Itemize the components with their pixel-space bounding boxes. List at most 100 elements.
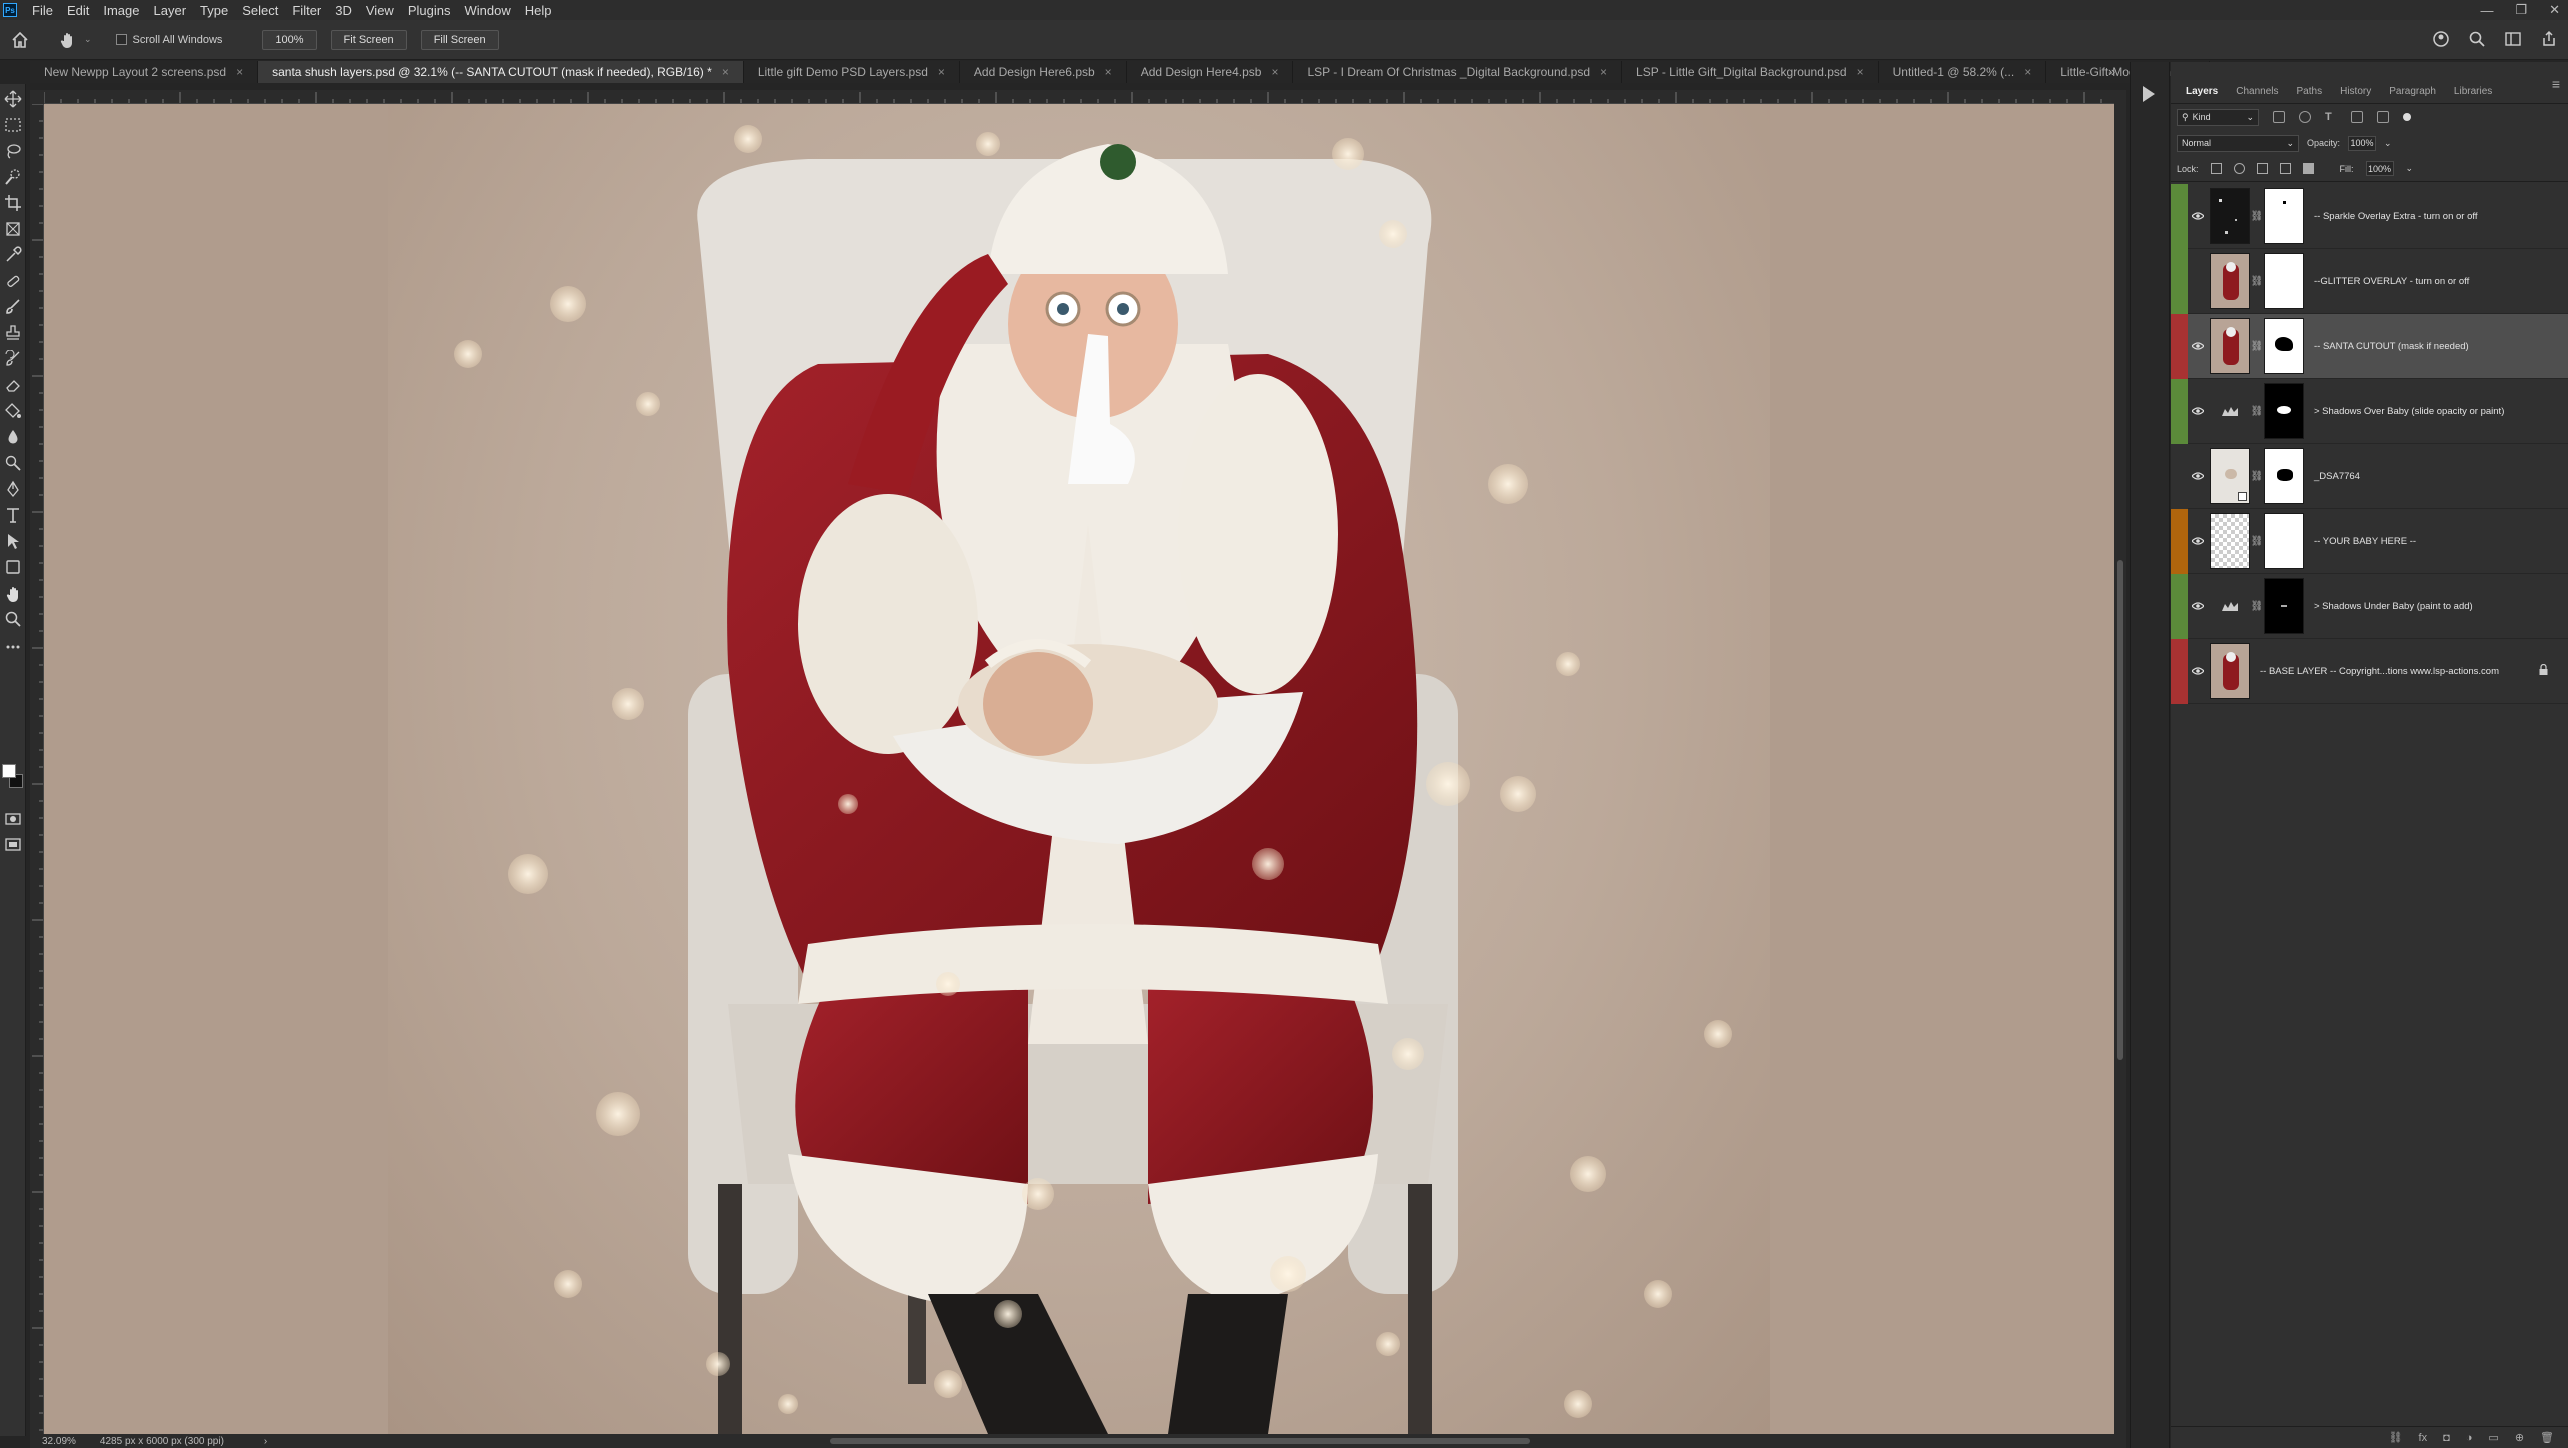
panel-tab-history[interactable]: History	[2331, 86, 2380, 97]
visibility-eye-icon[interactable]	[2188, 534, 2208, 548]
home-icon[interactable]	[10, 30, 30, 50]
layer-name[interactable]: > Shadows Over Baby (slide opacity or pa…	[2314, 406, 2504, 417]
layer-row[interactable]: ⛓ > Shadows Over Baby (slide opacity or p…	[2171, 378, 2568, 444]
frame-tool-icon[interactable]	[4, 220, 22, 238]
opacity-chevron-icon[interactable]: ⌄	[2384, 138, 2392, 149]
layer-mask-thumbnail[interactable]	[2264, 578, 2304, 634]
eraser-tool-icon[interactable]	[4, 376, 22, 394]
quick-mask-icon[interactable]	[4, 810, 22, 828]
layer-row[interactable]: ⛓ -- Sparkle Overlay Extra - turn on or o…	[2171, 183, 2568, 249]
horizontal-ruler[interactable]	[44, 90, 2114, 104]
panel-tab-layers[interactable]: Layers	[2177, 86, 2227, 97]
fill-screen-button[interactable]: Fill Screen	[420, 29, 499, 50]
shape-tool-icon[interactable]	[4, 558, 22, 576]
vertical-scroll-thumb[interactable]	[2117, 560, 2123, 1060]
foreground-color-swatch[interactable]	[2, 764, 16, 778]
search-icon[interactable]	[2468, 30, 2486, 48]
close-tab-icon[interactable]: ×	[1105, 65, 1112, 79]
close-tab-icon[interactable]: ×	[722, 65, 729, 79]
layer-thumbnail[interactable]	[2210, 448, 2250, 504]
fit-screen-button[interactable]: Fit Screen	[330, 29, 407, 50]
visibility-eye-icon[interactable]	[2188, 469, 2208, 483]
layer-name[interactable]: --GLITTER OVERLAY - turn on or off	[2314, 276, 2469, 287]
panel-tab-channels[interactable]: Channels	[2227, 86, 2287, 97]
document-tab[interactable]: Little gift Demo PSD Layers.psd ×	[744, 61, 960, 83]
screen-mode-icon[interactable]	[4, 836, 22, 854]
visibility-eye-icon[interactable]	[2188, 404, 2208, 418]
restore-button[interactable]: ❐	[2515, 2, 2527, 18]
layer-mask-thumbnail[interactable]	[2264, 318, 2304, 374]
levels-adjustment-icon[interactable]	[2210, 383, 2250, 439]
menu-select[interactable]: Select	[235, 3, 285, 18]
more-tabs-icon[interactable]: »	[2108, 64, 2115, 79]
link-icon[interactable]: ⛓	[2389, 1431, 2403, 1444]
adjustment-icon[interactable]: ◑	[2466, 1432, 2473, 1444]
menu-help[interactable]: Help	[518, 3, 559, 18]
paint-bucket-tool-icon[interactable]	[4, 402, 22, 420]
canvas-pasteboard[interactable]	[44, 104, 2114, 1434]
layer-mask-thumbnail[interactable]	[2264, 253, 2304, 309]
lock-all-icon[interactable]	[2302, 163, 2314, 174]
blur-tool-icon[interactable]	[4, 428, 22, 446]
menu-layer[interactable]: Layer	[147, 3, 194, 18]
levels-adjustment-icon[interactable]	[2210, 578, 2250, 634]
marquee-tool-icon[interactable]	[4, 116, 22, 134]
filter-shape-icon[interactable]	[2351, 111, 2363, 123]
clone-stamp-tool-icon[interactable]	[4, 324, 22, 342]
zoom-level[interactable]: 32.09%	[42, 1436, 76, 1447]
more-tools-icon[interactable]	[4, 638, 22, 656]
layer-row[interactable]: ⛓ -- SANTA CUTOUT (mask if needed)	[2171, 313, 2568, 379]
filter-pixel-icon[interactable]	[2273, 111, 2285, 123]
panel-tab-paths[interactable]: Paths	[2288, 86, 2332, 97]
close-tab-icon[interactable]: ×	[2024, 65, 2031, 79]
menu-edit[interactable]: Edit	[60, 3, 96, 18]
document-tab[interactable]: Untitled-1 @ 58.2% (... ×	[1879, 61, 2047, 83]
new-layer-icon[interactable]: ⊕	[2515, 1431, 2524, 1444]
visibility-eye-icon[interactable]	[2188, 664, 2208, 678]
layer-thumbnail[interactable]	[2210, 513, 2250, 569]
close-button[interactable]: ✕	[2549, 2, 2560, 18]
layer-thumbnail[interactable]	[2210, 188, 2250, 244]
filter-toggle-icon[interactable]	[2403, 113, 2411, 121]
menu-3d[interactable]: 3D	[328, 3, 359, 18]
hand-tool-icon[interactable]	[58, 30, 78, 50]
trash-icon[interactable]: 🗑	[2540, 1431, 2554, 1444]
close-tab-icon[interactable]: ×	[1600, 65, 1607, 79]
layer-name[interactable]: > Shadows Under Baby (paint to add)	[2314, 601, 2473, 612]
quick-selection-tool-icon[interactable]	[4, 168, 22, 186]
eyedropper-tool-icon[interactable]	[4, 246, 22, 264]
layer-thumbnail[interactable]	[2210, 253, 2250, 309]
lasso-tool-icon[interactable]	[4, 142, 22, 160]
panel-tab-paragraph[interactable]: Paragraph	[2380, 86, 2445, 97]
document-tab[interactable]: Add Design Here4.psb ×	[1127, 61, 1294, 83]
document-canvas[interactable]	[388, 104, 1770, 1434]
layer-mask-thumbnail[interactable]	[2264, 448, 2304, 504]
document-tab[interactable]: LSP - Little Gift_Digital Background.psd…	[1622, 61, 1879, 83]
pen-tool-icon[interactable]	[4, 480, 22, 498]
layer-name[interactable]: -- YOUR BABY HERE --	[2314, 536, 2416, 547]
layer-name[interactable]: -- BASE LAYER -- Copyright...tions www.l…	[2260, 666, 2499, 677]
document-tab[interactable]: santa shush layers.psd @ 32.1% (-- SANTA…	[258, 61, 744, 83]
panel-menu-icon[interactable]: ≡	[2552, 76, 2560, 92]
visibility-eye-icon[interactable]	[2188, 339, 2208, 353]
tool-preset-chevron-icon[interactable]: ⌄	[84, 34, 92, 45]
document-tab[interactable]: Add Design Here6.psb ×	[960, 61, 1127, 83]
lock-image-icon[interactable]	[2233, 163, 2245, 174]
document-tab[interactable]: New Newpp Layout 2 screens.psd ×	[30, 61, 259, 83]
close-tab-icon[interactable]: ×	[236, 65, 243, 79]
opacity-input[interactable]: 100%	[2348, 135, 2377, 151]
scroll-all-windows-checkbox[interactable]: Scroll All Windows	[115, 34, 222, 46]
menu-window[interactable]: Window	[457, 3, 517, 18]
fill-input[interactable]: 100%	[2365, 161, 2394, 176]
layer-row[interactable]: -- BASE LAYER -- Copyright...tions www.l…	[2171, 638, 2568, 704]
dodge-tool-icon[interactable]	[4, 454, 22, 472]
crop-tool-icon[interactable]	[4, 194, 22, 212]
hand-tool-icon[interactable]	[4, 584, 22, 602]
filter-adjustment-icon[interactable]	[2299, 111, 2311, 123]
filter-smart-object-icon[interactable]	[2377, 111, 2389, 123]
layer-row[interactable]: ⛓ > Shadows Under Baby (paint to add)	[2171, 573, 2568, 639]
close-tab-icon[interactable]: ×	[1271, 65, 1278, 79]
layer-thumbnail[interactable]	[2210, 318, 2250, 374]
filter-type-icon[interactable]: T	[2325, 111, 2337, 123]
layer-thumbnail[interactable]	[2210, 643, 2250, 699]
